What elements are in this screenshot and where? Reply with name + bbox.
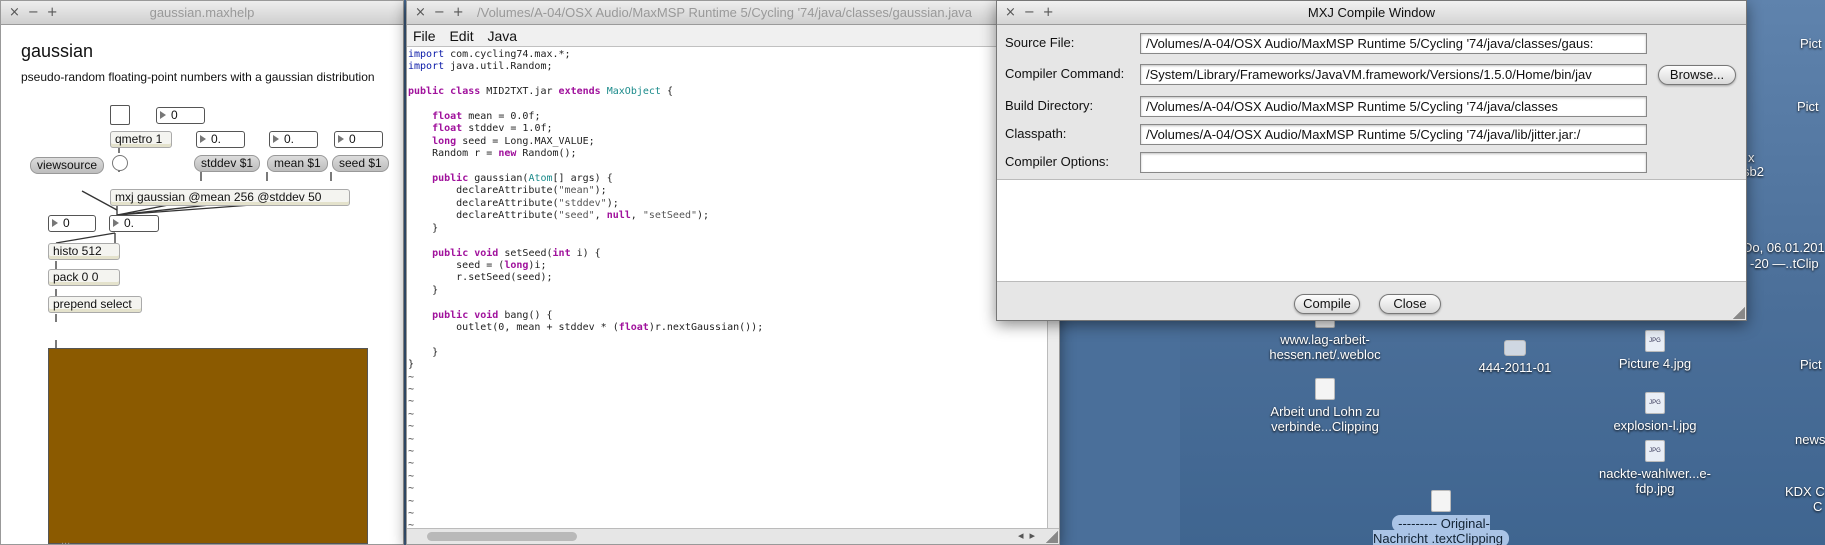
compiler-command-field[interactable]: /System/Library/Frameworks/JavaVM.framew… — [1140, 64, 1647, 85]
editor-window: ×−+ /Volumes/A-04/OSX Audio/MaxMSP Runti… — [406, 0, 1060, 545]
desktop-icon-textclipping[interactable]: --------- Original-Nachricht .textClippi… — [1366, 490, 1516, 545]
lcd-display[interactable] — [48, 348, 368, 544]
desktop-icon-label: Arbeit und Lohn zu verbinde...Clipping — [1270, 404, 1380, 434]
compiler-options-label: Compiler Options: — [1005, 154, 1110, 169]
desktop-icon-label: Picture 4.jpg — [1618, 356, 1692, 371]
horizontal-scrollbar[interactable]: ◂▸ — [407, 528, 1059, 544]
desktop-icon-label: --------- Original-Nachricht .textClippi… — [1372, 515, 1510, 545]
int-output-number-box[interactable]: 0 — [48, 215, 96, 232]
build-directory-field[interactable]: /Volumes/A-04/OSX Audio/MaxMSP Runtime 5… — [1140, 96, 1647, 117]
menu-file[interactable]: File — [413, 28, 436, 44]
document-icon — [1431, 490, 1451, 512]
pack-object[interactable]: pack 0 0 — [48, 269, 120, 286]
desktop-icon-label: 444-2011-01 — [1478, 360, 1552, 375]
resize-grip-icon[interactable] — [1046, 531, 1058, 543]
patcher-titlebar[interactable]: ×−+ gaussian.maxhelp — [1, 1, 403, 25]
number-box[interactable]: 0 — [156, 107, 205, 124]
desktop-edge-label: Do, 06.01.201 — [1743, 240, 1825, 255]
window-controls[interactable]: ×−+ — [415, 5, 472, 20]
window-title: MXJ Compile Window — [1307, 5, 1436, 20]
desktop-edge-label: Pict — [1800, 36, 1822, 51]
menu-java[interactable]: Java — [487, 28, 517, 44]
desktop-icon-explosion[interactable]: explosion-l.jpg — [1580, 392, 1730, 433]
patcher-window: ×−+ gaussian.maxhelp gaussian pseudo-ran… — [0, 0, 404, 545]
desktop-edge-label: KDX C — [1785, 484, 1825, 499]
code-editor[interactable]: import com.cycling74.max.*; import java.… — [407, 47, 1059, 528]
qmetro-object[interactable]: qmetro 1 — [110, 131, 172, 148]
compile-button[interactable]: Compile — [1294, 294, 1360, 314]
mean-message[interactable]: mean $1 — [267, 155, 328, 172]
jpg-file-icon — [1645, 440, 1665, 462]
toggle[interactable] — [110, 105, 130, 125]
build-directory-label: Build Directory: — [1005, 98, 1094, 113]
compiler-options-field[interactable] — [1140, 152, 1647, 173]
seed-message[interactable]: seed $1 — [332, 155, 389, 172]
stddev-number-box[interactable]: 0. — [196, 131, 245, 148]
classpath-label: Classpath: — [1005, 126, 1067, 141]
scroll-thumb[interactable] — [427, 532, 577, 541]
desktop-icon-label: explosion-l.jpg — [1613, 418, 1697, 433]
desktop-icon-nackte[interactable]: nackte-wahlwer...e-fdp.jpg — [1580, 440, 1730, 496]
desktop-edge-label: Pict — [1800, 357, 1822, 372]
bang-button[interactable] — [112, 155, 128, 171]
float-output-number-box[interactable]: 0. — [109, 215, 159, 232]
desktop-icon-label: nackte-wahlwer...e-fdp.jpg — [1599, 466, 1711, 496]
window-title: gaussian.maxhelp — [149, 5, 255, 20]
desktop-icon-folder[interactable]: 444-2011-01 — [1440, 340, 1590, 375]
stddev-message[interactable]: stddev $1 — [194, 155, 261, 172]
source-file-field[interactable]: /Volumes/A-04/OSX Audio/MaxMSP Runtime 5… — [1140, 33, 1647, 54]
desktop-edge-label: news — [1795, 432, 1825, 447]
compile-output-area[interactable] — [997, 179, 1746, 282]
viewsource-message[interactable]: viewsource — [30, 157, 105, 174]
desktop-edge-label: -20 —..tClip — [1750, 256, 1819, 271]
desktop-icon-label: www.lag-arbeit-hessen.net/.webloc — [1269, 332, 1381, 362]
compile-titlebar[interactable]: ×−+ MXJ Compile Window — [997, 1, 1746, 25]
histo-object[interactable]: histo 512 — [48, 243, 120, 260]
patcher-canvas[interactable]: gaussian pseudo-random floating-point nu… — [1, 25, 403, 545]
menu-edit[interactable]: Edit — [449, 28, 473, 44]
desktop-edge-label: Pict — [1797, 99, 1819, 114]
mxj-gaussian-object[interactable]: mxj gaussian @mean 256 @stddev 50 — [110, 189, 350, 206]
prepend-object[interactable]: prepend select — [48, 296, 142, 313]
close-button[interactable]: Close — [1379, 294, 1441, 314]
compile-window: ×−+ MXJ Compile Window Source File: /Vol… — [996, 0, 1747, 321]
jpg-file-icon — [1645, 330, 1665, 352]
mean-number-box[interactable]: 0. — [269, 131, 318, 148]
editor-titlebar[interactable]: ×−+ /Volumes/A-04/OSX Audio/MaxMSP Runti… — [407, 1, 1059, 25]
compiler-command-label: Compiler Command: — [1005, 66, 1125, 81]
desktop-icon-clipping[interactable]: Arbeit und Lohn zu verbinde...Clipping — [1250, 378, 1400, 434]
window-title: /Volumes/A-04/OSX Audio/MaxMSP Runtime 5… — [477, 5, 973, 20]
folder-icon — [1504, 340, 1526, 356]
desktop-edge-label: x — [1748, 150, 1755, 165]
desktop-icon-picture4[interactable]: Picture 4.jpg — [1580, 330, 1730, 371]
help-heading: gaussian — [21, 41, 94, 61]
resize-grip-icon[interactable] — [1733, 307, 1745, 319]
document-icon — [1315, 378, 1335, 400]
classpath-field[interactable]: /Volumes/A-04/OSX Audio/MaxMSP Runtime 5… — [1140, 124, 1647, 145]
browse-button[interactable]: Browse... — [1658, 65, 1736, 85]
patcher-footer-fragment: ... — [61, 535, 71, 545]
jpg-file-icon — [1645, 392, 1665, 414]
editor-menubar: File Edit Java — [407, 25, 1059, 47]
scroll-arrows-icon[interactable]: ◂▸ — [1018, 529, 1041, 542]
source-file-label: Source File: — [1005, 35, 1075, 50]
help-subtitle: pseudo-random floating-point numbers wit… — [21, 70, 375, 84]
seed-number-box[interactable]: 0 — [334, 131, 383, 148]
desktop-edge-label: C — [1813, 499, 1823, 514]
